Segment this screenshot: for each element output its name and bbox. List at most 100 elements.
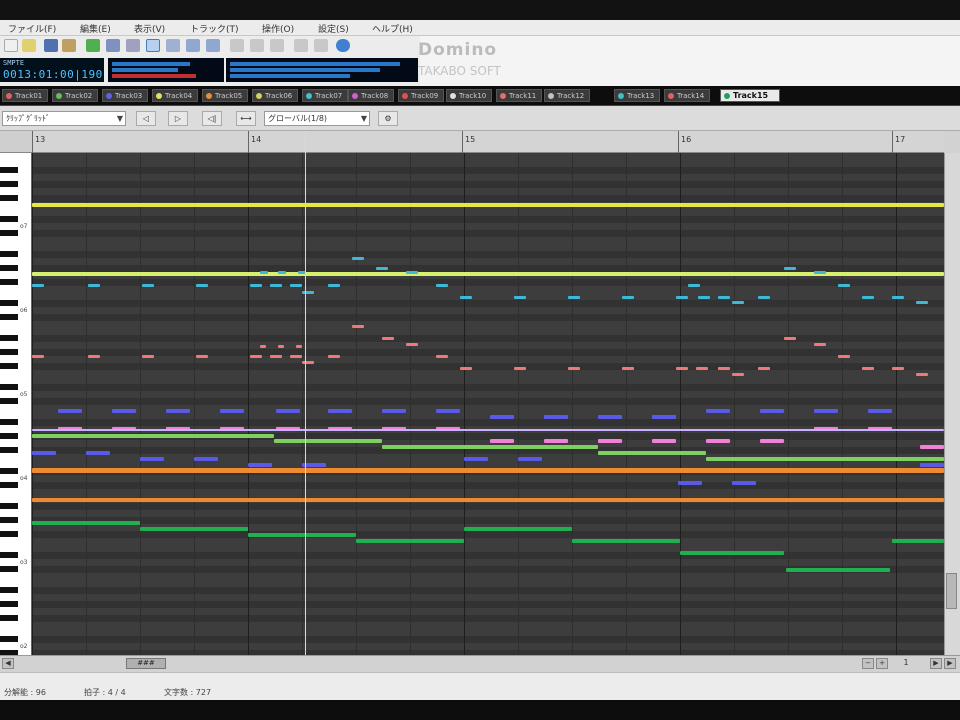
rewind-icon[interactable] [126, 39, 140, 52]
black-key[interactable] [0, 195, 18, 201]
range-button[interactable]: ⟷ [236, 111, 256, 126]
menu-settings[interactable]: 設定(S) [318, 22, 349, 35]
black-key[interactable] [0, 447, 18, 453]
midi-note[interactable] [140, 457, 164, 461]
tab-track04[interactable]: Track04 [152, 89, 198, 102]
midi-note[interactable] [916, 301, 928, 304]
midi-note[interactable] [270, 284, 282, 287]
midi-note[interactable] [598, 415, 622, 419]
midi-note[interactable] [32, 521, 140, 525]
black-key[interactable] [0, 419, 18, 425]
copy-icon[interactable] [250, 39, 264, 52]
settings-button[interactable]: ⚙ [378, 111, 398, 126]
midi-note[interactable] [248, 533, 356, 537]
black-key[interactable] [0, 363, 18, 369]
help-icon[interactable] [336, 39, 350, 52]
next-button[interactable]: ▷ [168, 111, 188, 126]
midi-note[interactable] [514, 296, 526, 299]
midi-note[interactable] [696, 367, 708, 370]
black-key[interactable] [0, 384, 18, 390]
midi-note[interactable] [290, 355, 302, 358]
black-key[interactable] [0, 566, 18, 572]
midi-note[interactable] [112, 409, 136, 413]
midi-note[interactable] [142, 355, 154, 358]
midi-note[interactable] [598, 451, 706, 455]
midi-note[interactable] [862, 296, 874, 299]
midi-note[interactable] [568, 367, 580, 370]
midi-note[interactable] [514, 367, 526, 370]
menu-help[interactable]: ヘルプ(H) [372, 22, 413, 35]
midi-note[interactable] [680, 551, 784, 555]
eraser-tool-icon[interactable] [186, 39, 200, 52]
midi-note[interactable] [544, 439, 568, 443]
midi-note[interactable] [142, 284, 154, 287]
midi-note[interactable] [460, 296, 472, 299]
midi-note[interactable] [758, 296, 770, 299]
midi-note[interactable] [88, 284, 100, 287]
midi-note[interactable] [916, 373, 928, 376]
menu-edit[interactable]: 編集(E) [80, 22, 111, 35]
midi-note[interactable] [296, 345, 302, 348]
midi-note[interactable] [376, 267, 388, 270]
midi-note[interactable] [464, 527, 572, 531]
midi-note[interactable] [814, 409, 838, 413]
midi-note[interactable] [196, 284, 208, 287]
midi-note[interactable] [706, 457, 944, 461]
play-icon[interactable] [86, 39, 100, 52]
midi-note[interactable] [32, 468, 944, 473]
midi-note[interactable] [892, 539, 944, 543]
midi-note[interactable] [32, 203, 944, 207]
menu-file[interactable]: ファイル(F) [8, 22, 56, 35]
midi-note[interactable] [58, 409, 82, 413]
black-key[interactable] [0, 601, 18, 607]
midi-note[interactable] [88, 355, 100, 358]
undo-icon[interactable] [294, 39, 308, 52]
midi-note[interactable] [86, 451, 110, 455]
midi-note[interactable] [868, 409, 892, 413]
stop-icon[interactable] [106, 39, 120, 52]
midi-note[interactable] [544, 415, 568, 419]
midi-note[interactable] [250, 355, 262, 358]
bar-ruler[interactable]: 13 14 15 16 17 [32, 131, 944, 153]
tab-track07[interactable]: Track07 [302, 89, 348, 102]
midi-note[interactable] [676, 296, 688, 299]
black-key[interactable] [0, 167, 18, 173]
midi-note[interactable] [196, 355, 208, 358]
tab-track01[interactable]: Track01 [2, 89, 48, 102]
new-file-icon[interactable] [4, 39, 18, 52]
midi-note[interactable] [32, 355, 44, 358]
midi-note[interactable] [598, 439, 622, 443]
tab-track03[interactable]: Track03 [102, 89, 148, 102]
redo-icon[interactable] [314, 39, 328, 52]
midi-note[interactable] [760, 439, 784, 443]
tab-track11[interactable]: Track11 [496, 89, 542, 102]
midi-note[interactable] [892, 367, 904, 370]
midi-note[interactable] [698, 296, 710, 299]
midi-note[interactable] [382, 337, 394, 340]
black-key[interactable] [0, 398, 18, 404]
black-key[interactable] [0, 517, 18, 523]
midi-note[interactable] [328, 284, 340, 287]
midi-note[interactable] [32, 272, 944, 276]
tab-track09[interactable]: Track09 [398, 89, 444, 102]
midi-note[interactable] [732, 301, 744, 304]
piano-roll[interactable] [32, 153, 944, 655]
black-key[interactable] [0, 636, 18, 642]
black-key[interactable] [0, 531, 18, 537]
open-folder-icon[interactable] [22, 39, 36, 52]
midi-note[interactable] [352, 257, 364, 260]
zoom-out-icon[interactable]: − [862, 658, 874, 669]
midi-note[interactable] [290, 284, 302, 287]
tab-track08[interactable]: Track08 [348, 89, 394, 102]
scroll-right-icon[interactable]: ▶ [930, 658, 942, 669]
midi-note[interactable] [490, 439, 514, 443]
midi-note[interactable] [32, 284, 44, 287]
midi-note[interactable] [758, 367, 770, 370]
midi-note[interactable] [140, 527, 248, 531]
black-key[interactable] [0, 552, 18, 558]
midi-note[interactable] [518, 457, 542, 461]
midi-note[interactable] [328, 355, 340, 358]
midi-note[interactable] [706, 409, 730, 413]
midi-note[interactable] [250, 284, 262, 287]
midi-note[interactable] [676, 367, 688, 370]
